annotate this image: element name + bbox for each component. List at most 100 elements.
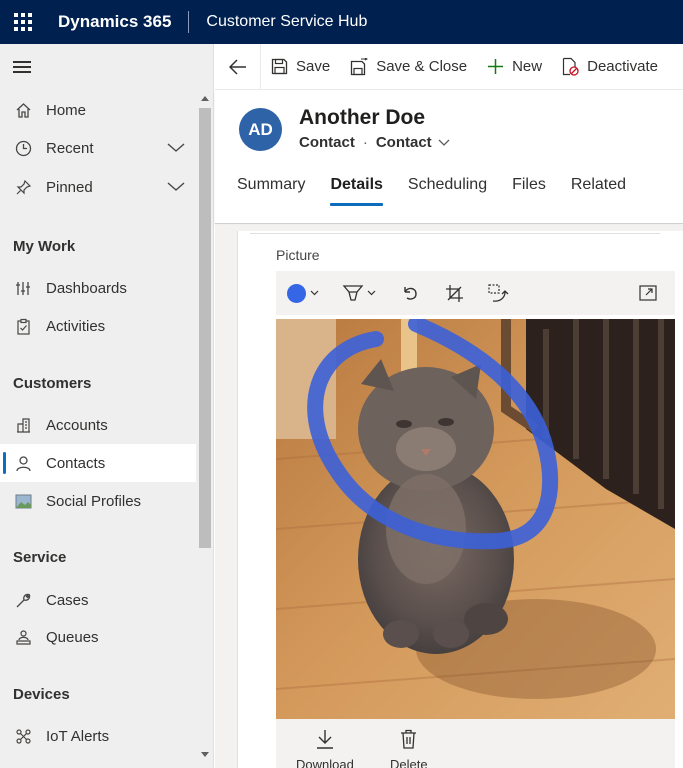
save-icon xyxy=(271,58,288,75)
chevron-down-icon[interactable] xyxy=(156,182,196,192)
save-button[interactable]: Save xyxy=(261,44,340,90)
sidebar-item-contacts[interactable]: Contacts xyxy=(0,444,196,482)
save-close-icon xyxy=(350,57,369,76)
sidebar-item-label: Social Profiles xyxy=(46,492,142,510)
picture-actions: Download Delete xyxy=(276,719,675,768)
color-swatch xyxy=(287,283,306,303)
chevron-down-icon xyxy=(367,290,376,296)
new-button[interactable]: New xyxy=(477,44,552,90)
sidebar-item-recent[interactable]: Recent xyxy=(0,129,196,167)
hamburger-menu-icon[interactable] xyxy=(13,61,31,73)
download-button[interactable]: Download xyxy=(296,729,354,768)
tab-files[interactable]: Files xyxy=(512,176,546,208)
tab-scheduling[interactable]: Scheduling xyxy=(408,176,487,208)
sidebar-item-pinned[interactable]: Pinned xyxy=(0,168,196,206)
back-button[interactable] xyxy=(215,43,261,90)
rotate-icon xyxy=(488,284,509,302)
brand-title[interactable]: Dynamics 365 xyxy=(46,12,188,32)
chevron-down-icon[interactable] xyxy=(156,143,196,153)
pen-color-picker[interactable] xyxy=(276,271,330,315)
clipboard-icon xyxy=(0,318,46,335)
clock-icon xyxy=(0,140,46,157)
scroll-up-arrow-icon[interactable] xyxy=(201,96,209,101)
pen-icon xyxy=(342,285,364,301)
undo-icon xyxy=(404,287,417,300)
deactivate-button[interactable]: Deactivate xyxy=(552,44,668,90)
sidebar-item-home[interactable]: Home xyxy=(0,91,196,129)
sidebar-item-activities[interactable]: Activities xyxy=(0,307,196,345)
delete-label: Delete xyxy=(390,757,428,768)
group-title-customers: Customers xyxy=(13,375,92,392)
scroll-down-arrow-icon[interactable] xyxy=(201,752,209,757)
top-bar: Dynamics 365 Customer Service Hub xyxy=(0,0,683,44)
dashboard-icon xyxy=(0,280,46,297)
home-icon xyxy=(0,102,46,119)
new-label: New xyxy=(512,58,543,75)
sidebar-item-label: Accounts xyxy=(46,416,108,434)
sidebar-item-label: Activities xyxy=(46,317,106,335)
undo-button[interactable] xyxy=(388,271,432,315)
sidebar-item-label: Dashboards xyxy=(46,279,127,297)
sidebar-item-cases[interactable]: Cases xyxy=(0,581,196,619)
sidebar-item-label: Contacts xyxy=(46,454,106,472)
pin-icon xyxy=(0,179,46,196)
save-and-close-button[interactable]: Save & Close xyxy=(340,44,477,90)
expand-icon xyxy=(639,285,657,301)
sidebar-item-dashboards[interactable]: Dashboards xyxy=(0,269,196,307)
pen-tool-button[interactable] xyxy=(330,271,388,315)
building-icon xyxy=(0,417,46,434)
deactivate-label: Deactivate xyxy=(587,58,658,75)
arrow-left-icon xyxy=(228,58,246,75)
chevron-down-icon xyxy=(310,290,319,296)
crop-button[interactable] xyxy=(432,271,476,315)
wrench-icon xyxy=(0,592,46,609)
sidebar-scrollbar[interactable] xyxy=(197,92,213,768)
section-divider xyxy=(250,233,660,234)
group-title-service: Service xyxy=(13,549,67,566)
sidebar-item-label: Pinned xyxy=(46,178,93,196)
group-title-devices: Devices xyxy=(13,686,70,703)
contact-picture[interactable] xyxy=(276,319,675,719)
save-close-label: Save & Close xyxy=(376,58,468,75)
tab-related[interactable]: Related xyxy=(571,176,626,208)
sidebar-item-label: IoT Alerts xyxy=(46,727,110,745)
sidebar-item-label: Home xyxy=(46,101,87,119)
download-icon xyxy=(316,730,333,749)
rotate-button[interactable] xyxy=(476,271,520,315)
social-profile-icon xyxy=(0,494,46,509)
picture-label: Picture xyxy=(276,247,320,263)
sidebar-item-label: Queues xyxy=(46,628,99,646)
queue-icon xyxy=(0,629,46,646)
sidebar-item-accounts[interactable]: Accounts xyxy=(0,406,196,444)
person-icon xyxy=(0,455,46,472)
sidebar-item-social-profiles[interactable]: Social Profiles xyxy=(0,482,196,520)
picture-section: Picture Download Delete xyxy=(237,231,683,768)
group-title-my-work: My Work xyxy=(13,238,76,255)
delete-button[interactable]: Delete xyxy=(390,729,428,768)
tab-details[interactable]: Details xyxy=(330,176,384,208)
record-subtitle: Contact · Contact xyxy=(299,134,450,151)
plus-icon xyxy=(487,58,504,75)
sidebar-item-queues[interactable]: Queues xyxy=(0,618,196,656)
sidebar-item-label: Recent xyxy=(46,139,94,157)
record-title: Another Doe xyxy=(299,106,425,129)
form-tabs: Summary Details Scheduling Files Related xyxy=(237,176,651,208)
save-label: Save xyxy=(296,58,331,75)
cat-photo-image xyxy=(276,319,675,719)
tab-summary[interactable]: Summary xyxy=(237,176,305,208)
sidebar: Home Recent Pinned My Work Dashboards Ac… xyxy=(0,44,214,768)
image-editor-toolbar xyxy=(276,271,675,315)
deactivate-icon xyxy=(562,57,579,76)
expand-button[interactable] xyxy=(621,271,675,315)
app-name[interactable]: Customer Service Hub xyxy=(189,13,367,31)
chevron-down-icon[interactable] xyxy=(438,139,450,147)
command-bar: Save Save & Close New Deactivate xyxy=(215,43,683,90)
record-header: AD Another Doe Contact · Contact Summary… xyxy=(215,90,683,224)
scrollbar-thumb[interactable] xyxy=(199,108,211,548)
waffle-icon xyxy=(14,13,32,31)
sidebar-item-label: Cases xyxy=(46,591,89,609)
trash-icon xyxy=(401,729,417,749)
sidebar-item-iot-alerts[interactable]: IoT Alerts xyxy=(0,717,196,755)
form-selector[interactable]: Contact xyxy=(376,134,432,151)
app-launcher-button[interactable] xyxy=(0,0,46,44)
